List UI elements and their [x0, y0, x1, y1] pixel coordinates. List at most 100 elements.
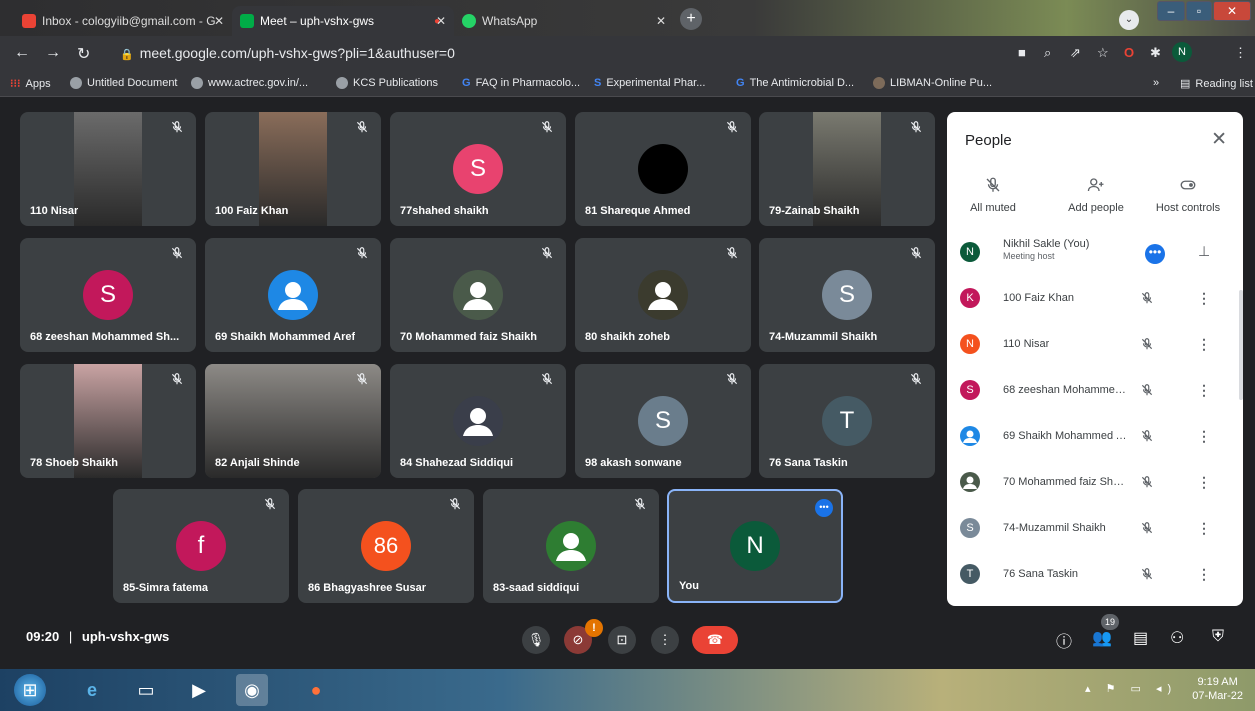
participant-tile[interactable]: 81 Shareque Ahmed — [575, 112, 751, 226]
participant-tile[interactable]: 78 Shoeb Shaikh — [20, 364, 196, 478]
participant-row[interactable]: N 110 Nisar ⋮ — [947, 322, 1243, 368]
participant-row[interactable]: T 76 Sana Taskin ⋮ — [947, 552, 1243, 598]
close-tab-icon[interactable]: ✕ — [656, 14, 666, 28]
firefox-icon[interactable]: ● — [300, 674, 332, 706]
more-options-icon[interactable]: ⋮ — [1197, 520, 1211, 537]
minimize-button[interactable]: – — [1157, 1, 1185, 21]
chat-icon[interactable]: ▤ — [1133, 628, 1148, 648]
more-options-icon[interactable]: ••• — [1145, 244, 1165, 264]
participant-tile[interactable]: 70 Mohammed faiz Shaikh — [390, 238, 566, 352]
participant-tile[interactable]: N ••• You — [667, 489, 843, 603]
present-button[interactable]: ⊡ — [608, 626, 636, 654]
media-player-icon[interactable]: ▶ — [183, 674, 215, 706]
chrome-icon[interactable]: ◉ — [236, 674, 268, 706]
bookmark-apps[interactable]: ⁝⁝⁝ Apps — [10, 77, 51, 91]
participant-tile[interactable]: 84 Shahezad Siddiqui — [390, 364, 566, 478]
participant-row-host[interactable]: N Nikhil Sakle (You) Meeting host ••• ⊥ — [947, 230, 1243, 276]
maximize-button[interactable]: ▫ — [1186, 1, 1212, 21]
url-field[interactable]: 🔒 meet.google.com/uph-vshx-gws?pli=1&auth… — [112, 41, 992, 65]
tab-meet[interactable]: Meet – uph-vshx-gws ● ✕ — [232, 6, 454, 36]
mic-off-icon[interactable] — [1140, 337, 1154, 351]
forward-icon[interactable]: → — [45, 44, 61, 62]
participant-row[interactable]: K 100 Faiz Khan ⋮ — [947, 276, 1243, 322]
more-options-button[interactable]: ⋮ — [651, 626, 679, 654]
leave-call-button[interactable]: ☎ — [692, 626, 738, 654]
reload-icon[interactable]: ↻ — [77, 44, 90, 64]
zoom-icon[interactable]: ⌕ — [1044, 45, 1051, 61]
system-clock[interactable]: 9:19 AM 07-Mar-22 — [1192, 675, 1243, 703]
mic-off-icon[interactable] — [1140, 567, 1154, 581]
info-icon[interactable]: ⓘ — [1056, 628, 1072, 652]
bookmark-item[interactable]: KCS Publications — [336, 77, 438, 89]
internet-explorer-icon[interactable]: e — [76, 674, 108, 706]
close-tab-icon[interactable]: ✕ — [436, 14, 446, 28]
more-options-icon[interactable]: ⋮ — [1197, 566, 1211, 583]
all-muted-button[interactable]: All muted — [948, 176, 1038, 214]
participant-tile[interactable]: S 68 zeeshan Mohammed Sh... — [20, 238, 196, 352]
extensions-icon[interactable]: ✱ — [1150, 45, 1161, 61]
participant-row[interactable]: S 68 zeeshan Mohammed S... ⋮ — [947, 368, 1243, 414]
participant-tile[interactable]: 110 Nisar — [20, 112, 196, 226]
camera-icon[interactable]: ■ — [1018, 45, 1026, 60]
scrollbar[interactable] — [1239, 290, 1243, 400]
mic-off-icon[interactable] — [1140, 383, 1154, 397]
close-tab-icon[interactable]: ✕ — [214, 14, 224, 28]
bookmark-item[interactable]: Untitled Document — [70, 77, 178, 89]
more-options-icon[interactable]: ⋮ — [1197, 474, 1211, 491]
participant-row[interactable]: 70 Mohammed faiz Shaikh ⋮ — [947, 460, 1243, 506]
participant-tile[interactable]: 82 Anjali Shinde — [205, 364, 381, 478]
profile-avatar[interactable]: N — [1172, 42, 1192, 62]
new-tab-button[interactable]: + — [680, 8, 702, 30]
tab-whatsapp[interactable]: WhatsApp ✕ — [454, 6, 674, 36]
bookmark-item[interactable]: www.actrec.gov.in/... — [191, 77, 308, 89]
participant-tile[interactable]: 86 86 Bhagyashree Susar — [298, 489, 474, 603]
more-options-icon[interactable]: ••• — [815, 499, 833, 517]
mic-off-icon[interactable] — [1140, 475, 1154, 489]
system-tray-icons[interactable]: ▴ ⚑ ▭ ◂) — [1085, 682, 1177, 695]
reading-list-button[interactable]: ▤ Reading list — [1180, 77, 1253, 91]
participant-tile[interactable]: 79-Zainab Shaikh — [759, 112, 935, 226]
participant-row[interactable]: S 74-Muzammil Shaikh ⋮ — [947, 506, 1243, 552]
microphone-button[interactable]: 🎙 — [522, 626, 550, 654]
bookmark-item[interactable]: G FAQ in Pharmacolo... — [462, 77, 580, 89]
bookmark-star-icon[interactable]: ☆ — [1097, 45, 1109, 61]
bookmark-item[interactable]: LIBMAN-Online Pu... — [873, 77, 992, 89]
activities-icon[interactable]: ⚇ — [1170, 628, 1184, 648]
bookmark-item[interactable]: S Experimental Phar... — [594, 77, 705, 89]
mic-off-icon[interactable] — [1140, 291, 1154, 305]
more-options-icon[interactable]: ⋮ — [1197, 428, 1211, 445]
tab-search-icon[interactable]: ⌄ — [1119, 10, 1139, 30]
participant-tile[interactable]: f 85-Simra fatema — [113, 489, 289, 603]
start-button[interactable]: ⊞ — [14, 674, 46, 706]
tab-gmail[interactable]: Inbox - cologyiib@gmail.com - G ✕ — [14, 6, 232, 36]
close-icon[interactable]: ✕ — [1211, 128, 1227, 151]
participant-row[interactable]: 69 Shaikh Mohammed Aref ⋮ — [947, 414, 1243, 460]
more-options-icon[interactable]: ⋮ — [1197, 382, 1211, 399]
opera-extension-icon[interactable]: O — [1124, 45, 1134, 60]
participant-tile[interactable]: 69 Shaikh Mohammed Aref — [205, 238, 381, 352]
close-window-button[interactable]: ✕ — [1213, 1, 1251, 21]
file-explorer-icon[interactable]: ▭ — [130, 674, 162, 706]
participant-tile[interactable]: S 74-Muzammil Shaikh — [759, 238, 935, 352]
scribd-icon: S — [594, 77, 602, 89]
participant-tile[interactable]: S 77shahed shaikh — [390, 112, 566, 226]
pin-icon[interactable]: ⊥ — [1198, 243, 1210, 260]
host-controls-icon[interactable]: ⛨ — [1212, 628, 1224, 646]
participant-tile[interactable]: 100 Faiz Khan — [205, 112, 381, 226]
more-options-icon[interactable]: ⋮ — [1197, 290, 1211, 307]
more-options-icon[interactable]: ⋮ — [1197, 336, 1211, 353]
host-controls-button[interactable]: Host controls — [1143, 176, 1233, 214]
menu-icon[interactable]: ⋮ — [1234, 45, 1247, 61]
back-icon[interactable]: ← — [14, 44, 30, 62]
mic-off-icon[interactable] — [1140, 521, 1154, 535]
mic-off-icon[interactable] — [1140, 429, 1154, 443]
more-bookmarks-button[interactable]: » — [1153, 77, 1159, 89]
participant-tile[interactable]: 80 shaikh zoheb — [575, 238, 751, 352]
bookmark-item[interactable]: G The Antimicrobial D... — [736, 77, 854, 89]
participant-tile[interactable]: T 76 Sana Taskin — [759, 364, 935, 478]
share-icon[interactable]: ⇗ — [1070, 45, 1081, 61]
people-icon[interactable]: 👥 — [1092, 628, 1112, 648]
participant-tile[interactable]: 83-saad siddiqui — [483, 489, 659, 603]
add-people-button[interactable]: Add people — [1051, 176, 1141, 214]
participant-tile[interactable]: S 98 akash sonwane — [575, 364, 751, 478]
